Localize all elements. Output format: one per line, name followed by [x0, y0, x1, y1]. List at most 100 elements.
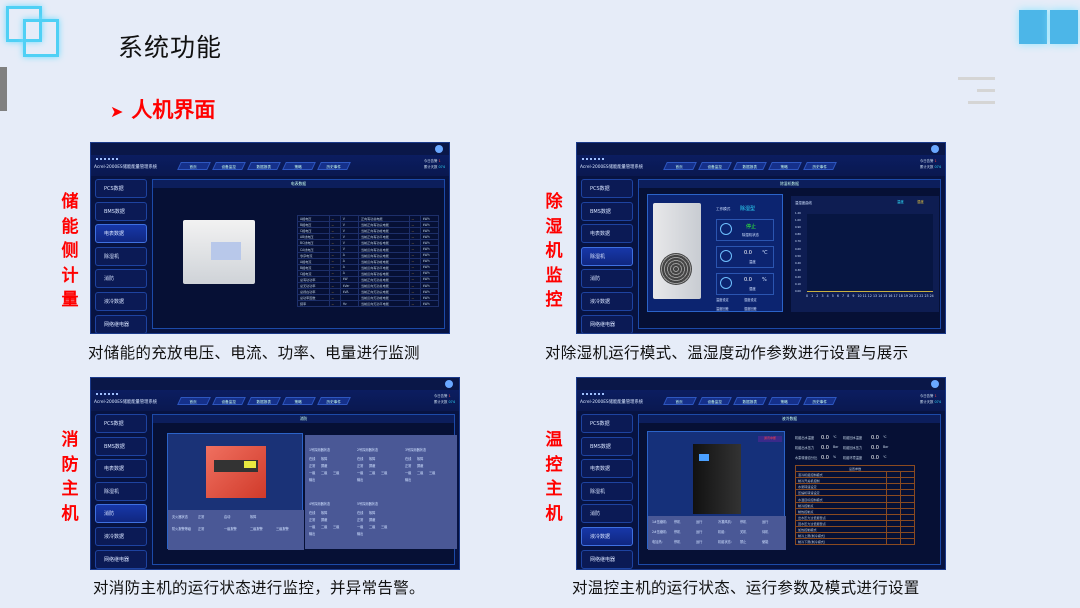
sidebar-item-4[interactable]: 消防 [581, 269, 633, 289]
tab-1[interactable]: 设备监控 [212, 397, 246, 405]
mode-value: 除湿型 [740, 206, 756, 212]
sidebar-item-3[interactable]: 除湿机 [581, 246, 633, 266]
tab-3[interactable]: 策略 [282, 162, 316, 170]
tab-label: 设备监控 [221, 400, 236, 404]
sidebar-item-2[interactable]: 电表数据 [581, 224, 633, 244]
sidebar-item-4[interactable]: 消防 [95, 504, 147, 524]
x-tick: 10 [857, 294, 862, 298]
y-tick: 0.80 [795, 233, 801, 237]
sidebar-item-3[interactable]: 除湿机 [95, 246, 147, 266]
tab-4[interactable]: 历史事件 [803, 397, 837, 405]
tab-4[interactable]: 历史事件 [317, 162, 351, 170]
reading: 0.0 [821, 445, 829, 451]
tab-0[interactable]: 首页 [663, 397, 697, 405]
tab-4[interactable]: 历史事件 [803, 162, 837, 170]
sidebar-item-5[interactable]: 液冷数据 [95, 526, 147, 546]
tab-label: 设备监控 [707, 165, 722, 169]
sidebar-item-0[interactable]: PCS数据 [581, 414, 633, 433]
tab-1[interactable]: 设备监控 [698, 397, 732, 405]
mode-label: 工作模式 [716, 207, 731, 211]
sidebar-item-5[interactable]: 液冷数据 [95, 291, 147, 311]
tab-0[interactable]: 首页 [177, 397, 211, 405]
user-avatar-icon[interactable] [445, 380, 453, 388]
user-avatar-icon[interactable] [435, 145, 443, 153]
reading: % [833, 455, 837, 459]
cooler-screen [699, 454, 709, 461]
detector-status: 三级 [381, 525, 388, 529]
sidebar-item-0[interactable]: PCS数据 [95, 179, 147, 198]
tab-2[interactable]: 数据报表 [247, 162, 281, 170]
arrow-right-icon: ➤ [110, 102, 124, 121]
tab-4[interactable]: 历史事件 [317, 397, 351, 405]
sidebar-item-3[interactable]: 除湿机 [581, 481, 633, 501]
nav-tabs: 首页 设备监控 数据报表 策略 历史事件 [177, 397, 351, 405]
app-header: Acrel-2000ES储能能量管理系统 首页 设备监控 数据报表 策略 历史事件 今日告警… [577, 155, 945, 176]
header-stripes-icon [96, 158, 118, 160]
content-area: 消防 灭火器状态 正常 启动 故障 防火报警等级 正常 一级报警 二级报警 三级报警 1号探测器状态… [152, 414, 457, 565]
y-tick: 0.50 [795, 254, 801, 258]
sidebar-item-6[interactable]: 网络继电器 [581, 314, 633, 333]
tab-0[interactable]: 首页 [663, 162, 697, 170]
sidebar-item-4[interactable]: 消防 [95, 269, 147, 289]
content-title: 液冷数据 [639, 415, 940, 423]
side-label: 消防主机 [61, 430, 79, 524]
hum-icon [720, 277, 732, 289]
tab-label: 历史事件 [326, 165, 341, 169]
tab-0[interactable]: 首页 [177, 162, 211, 170]
cooler-status: 运行 [696, 540, 703, 544]
y-tick: 0.40 [795, 261, 801, 265]
sidebar-item-0[interactable]: PCS数据 [95, 414, 147, 433]
tab-label: 策略 [294, 165, 303, 169]
tab-2[interactable]: 数据报表 [733, 162, 767, 170]
sidebar-item-2[interactable]: 电表数据 [95, 224, 147, 244]
sidebar-item-2[interactable]: 电表数据 [95, 459, 147, 479]
tab-3[interactable]: 策略 [282, 397, 316, 405]
sidebar-item-0[interactable]: PCS数据 [581, 179, 633, 198]
param-range [900, 538, 915, 546]
tab-1[interactable]: 设备监控 [212, 162, 246, 170]
sidebar-item-1[interactable]: BMS数据 [95, 201, 147, 221]
sidebar-item-5[interactable]: 液冷数据 [581, 526, 633, 546]
detector-status: 输出 [309, 478, 316, 482]
app-header: Acrel-2000ES储能能量管理系统 首页 设备监控 数据报表 策略 历史事件 今日告警… [91, 390, 459, 411]
tab-1[interactable]: 设备监控 [698, 162, 732, 170]
sidebar-item-4[interactable]: 消防 [581, 504, 633, 524]
x-tick: 24 [929, 294, 934, 298]
tab-2[interactable]: 数据报表 [247, 397, 281, 405]
reading: ℃ [883, 455, 887, 459]
sidebar-item-6[interactable]: 网络继电器 [581, 549, 633, 569]
user-avatar-icon[interactable] [931, 145, 939, 153]
detector-status: 屏蔽 [369, 464, 376, 468]
cooler-status: 机组: [718, 530, 726, 534]
sidebar-item-3[interactable]: 除湿机 [95, 481, 147, 501]
content-area: 液冷数据 通讯中断 1#压缩机: 停机 运行 冷凝风机: 停机 运行 2#压缩机: 停机 运行 机组:… [638, 414, 941, 565]
sidebar-item-2[interactable]: 电表数据 [581, 459, 633, 479]
sidebar-item-5[interactable]: 液冷数据 [581, 291, 633, 311]
content-title: 除湿机数据 [639, 180, 940, 188]
detector-status: 在线 [357, 511, 364, 515]
tab-3[interactable]: 策略 [768, 397, 802, 405]
x-tick: 9 [852, 294, 855, 298]
detector-status: 故障 [369, 457, 376, 461]
sidebar-item-1[interactable]: BMS数据 [581, 201, 633, 221]
detector-status: 输出 [405, 478, 412, 482]
top-bar [91, 378, 459, 390]
tab-label: 历史事件 [812, 165, 827, 169]
run-value: 074 [934, 165, 941, 169]
fire-host-image [206, 446, 266, 498]
sidebar-item-6[interactable]: 网络继电器 [95, 549, 147, 569]
host-status-text: 三级报警 [276, 527, 289, 531]
decor-block [1019, 10, 1047, 44]
tab-3[interactable]: 策略 [768, 162, 802, 170]
host-status-text: 启动 [224, 515, 231, 519]
tab-2[interactable]: 数据报表 [733, 397, 767, 405]
sidebar-item-6[interactable]: 网络继电器 [95, 314, 147, 333]
sidebar-item-1[interactable]: BMS数据 [95, 436, 147, 456]
cooler-status: 禁止 [740, 540, 747, 544]
detector-status: 三级 [381, 471, 388, 475]
fan-icon [660, 253, 692, 285]
user-avatar-icon[interactable] [931, 380, 939, 388]
sidebar-item-1[interactable]: BMS数据 [581, 436, 633, 456]
reading: 0.0 [821, 455, 829, 461]
run-value: 074 [448, 400, 455, 404]
